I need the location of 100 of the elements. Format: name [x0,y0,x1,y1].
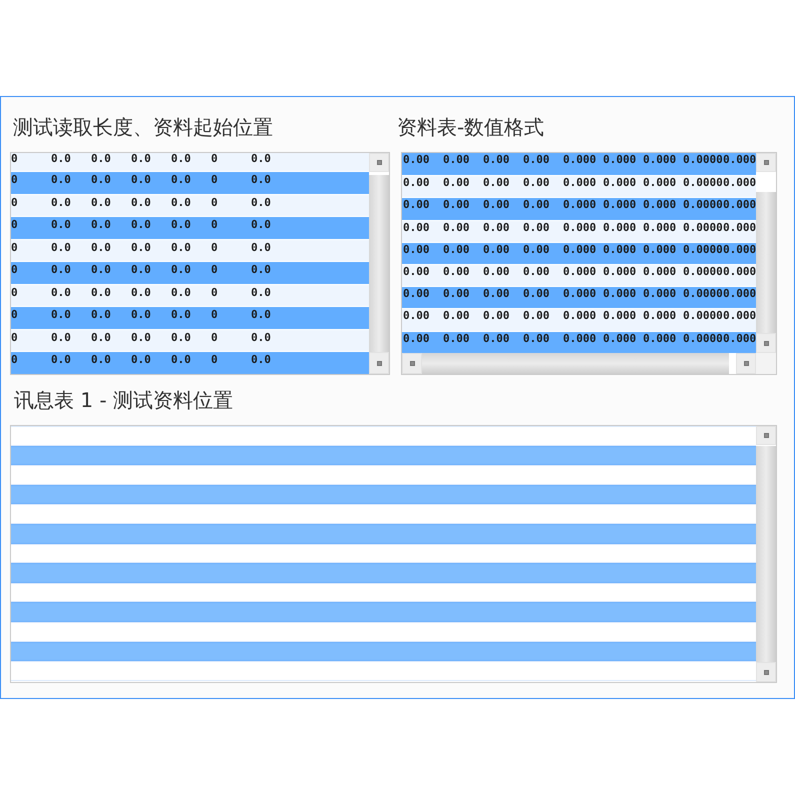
table-cell-text: 0.0 [251,174,272,188]
table-cell-text: 0.00 [523,244,550,258]
table-cell-text: 0.0 [91,286,112,300]
table-cell-text: 0.000 [643,310,678,324]
table-cell-text: 0.000 [643,288,678,302]
table-cell-text: 0.000 [643,266,678,280]
table-cell-text: 0 [211,264,219,278]
table-cell-text: 0.00 [483,199,510,214]
table-cell-text: 0.00 [443,244,470,258]
table-cell-text: 0.0 [91,332,112,346]
table-cell-text: 0.0 [51,309,72,323]
table-cell-text: 0.0 [91,264,112,278]
scrollbar-thumb[interactable] [756,192,776,333]
table-cell-text: 0.00 [443,222,470,236]
table-cell-text: 0 [11,264,19,278]
scroll-down-button[interactable] [369,352,389,374]
table-cell-text: 0 [11,286,19,300]
table-cell-text: 0.0 [251,219,272,233]
table-cell-text: 0.00 [443,154,470,168]
table-cell-text: 0.00 [403,288,430,302]
table-cell-text: 0.00 [443,199,470,214]
table-cell-text: 0.00 [443,332,470,346]
table-cell-text: 0.000 [563,154,598,168]
table-cell-text: 0.00 [403,154,430,168]
table-cell-text: 0.000 [723,154,756,168]
scroll-down-button[interactable] [756,333,776,353]
table-cell-text: 0.0 [91,309,112,323]
scrollbar-thumb[interactable] [369,175,389,352]
table-cell-text: 0.0000 [683,332,723,346]
table-cell-text: 0 [11,153,19,167]
table-cell-text: 0.0 [171,196,192,210]
section-title: 资料表-数值格式 [397,115,544,139]
table-cell-text: 0.0 [251,264,272,278]
vertical-scrollbar[interactable] [756,153,776,353]
table-cell-text: 0.000 [603,222,638,236]
table-cell-text: 0.000 [723,266,756,280]
table-cell-text: 0.000 [603,154,638,168]
table-cell-text: 0.000 [603,244,638,258]
table-cell-text: 0.0 [51,153,72,167]
scrollbar-thumb[interactable] [756,446,776,662]
scroll-up-button[interactable] [369,153,389,172]
table-cell-text: 0.00 [483,266,510,280]
table-cell-text: 0.0000 [683,266,723,280]
table-cell-text: 0.000 [643,154,678,168]
section-title: 测试读取长度、资料起始位置 [13,115,273,139]
table-cell-text: 0.00 [443,310,470,324]
table-cell-text: 0.0 [251,196,272,210]
table-cell-text: 0.0 [51,174,72,188]
table-cell-text: 0.00 [403,222,430,236]
scroll-up-button[interactable] [756,153,776,172]
table-cell-text: 0.0000 [683,288,723,302]
vertical-scrollbar[interactable] [756,426,776,682]
table-cell-text: 0.00 [483,177,510,192]
table-cell-text: 0.000 [603,310,638,324]
table-cell-text: 0.0 [171,153,192,167]
table-cell-text: 0.000 [643,332,678,346]
square-icon [410,361,414,366]
table-cell-text: 0.000 [603,332,638,346]
table-cell-text: 0.0 [131,264,152,278]
table-cell-text: 0 [211,354,219,368]
table-cell-text: 0 [211,174,219,188]
table-cell-text: 0.0000 [683,310,723,324]
table-cell-text: 0.000 [723,332,756,346]
table-cell-text: 0.00 [403,199,430,214]
table-cell-text: 0.0 [91,196,112,210]
table-cell-text: 0.0 [51,286,72,300]
table-cell-text: 0.00 [523,288,550,302]
table-cell-text: 0.0 [131,196,152,210]
scroll-up-button[interactable] [756,426,776,445]
table-cell-text: 0.000 [723,244,756,258]
table-cell-text: 0.00 [403,177,430,192]
scroll-right-button[interactable] [736,353,756,374]
table-cell-text: 0 [211,242,219,256]
table-cell-text: 0.0 [171,264,192,278]
table-cell-text: 0.00 [523,310,550,324]
table-cell-text: 0 [211,196,219,210]
table-cell-text: 0.00 [523,332,550,346]
square-icon [376,360,382,366]
table-cell-text: 0.000 [563,288,598,302]
table-cell-text: 0.0 [51,332,72,346]
table-cell-text: 0.0 [251,354,272,368]
table-cell-text: 0.0 [251,242,272,256]
table-cell-text: 0.0 [91,153,112,167]
square-icon [744,361,748,366]
table-cell-text: 0.0 [51,196,72,210]
scroll-down-button[interactable] [756,662,776,682]
table-cell-text: 0.00 [443,266,470,280]
vertical-scrollbar[interactable] [369,153,389,374]
table-cell-text: 0.0 [51,219,72,233]
table-cell-text: 0.0 [171,354,192,368]
scroll-left-button[interactable] [402,353,422,374]
table-cell-text: 0.0 [131,153,152,167]
table-cell-text: 0 [11,242,19,256]
table-cell-text: 0.0 [131,332,152,346]
table-cell-text: 0.00 [403,310,430,324]
table-cell-text: 0.0 [251,286,272,300]
table-cell-text: 0.0 [91,242,112,256]
square-icon [764,340,768,346]
table-cell-text: 0 [211,219,219,233]
square-icon [764,433,768,438]
